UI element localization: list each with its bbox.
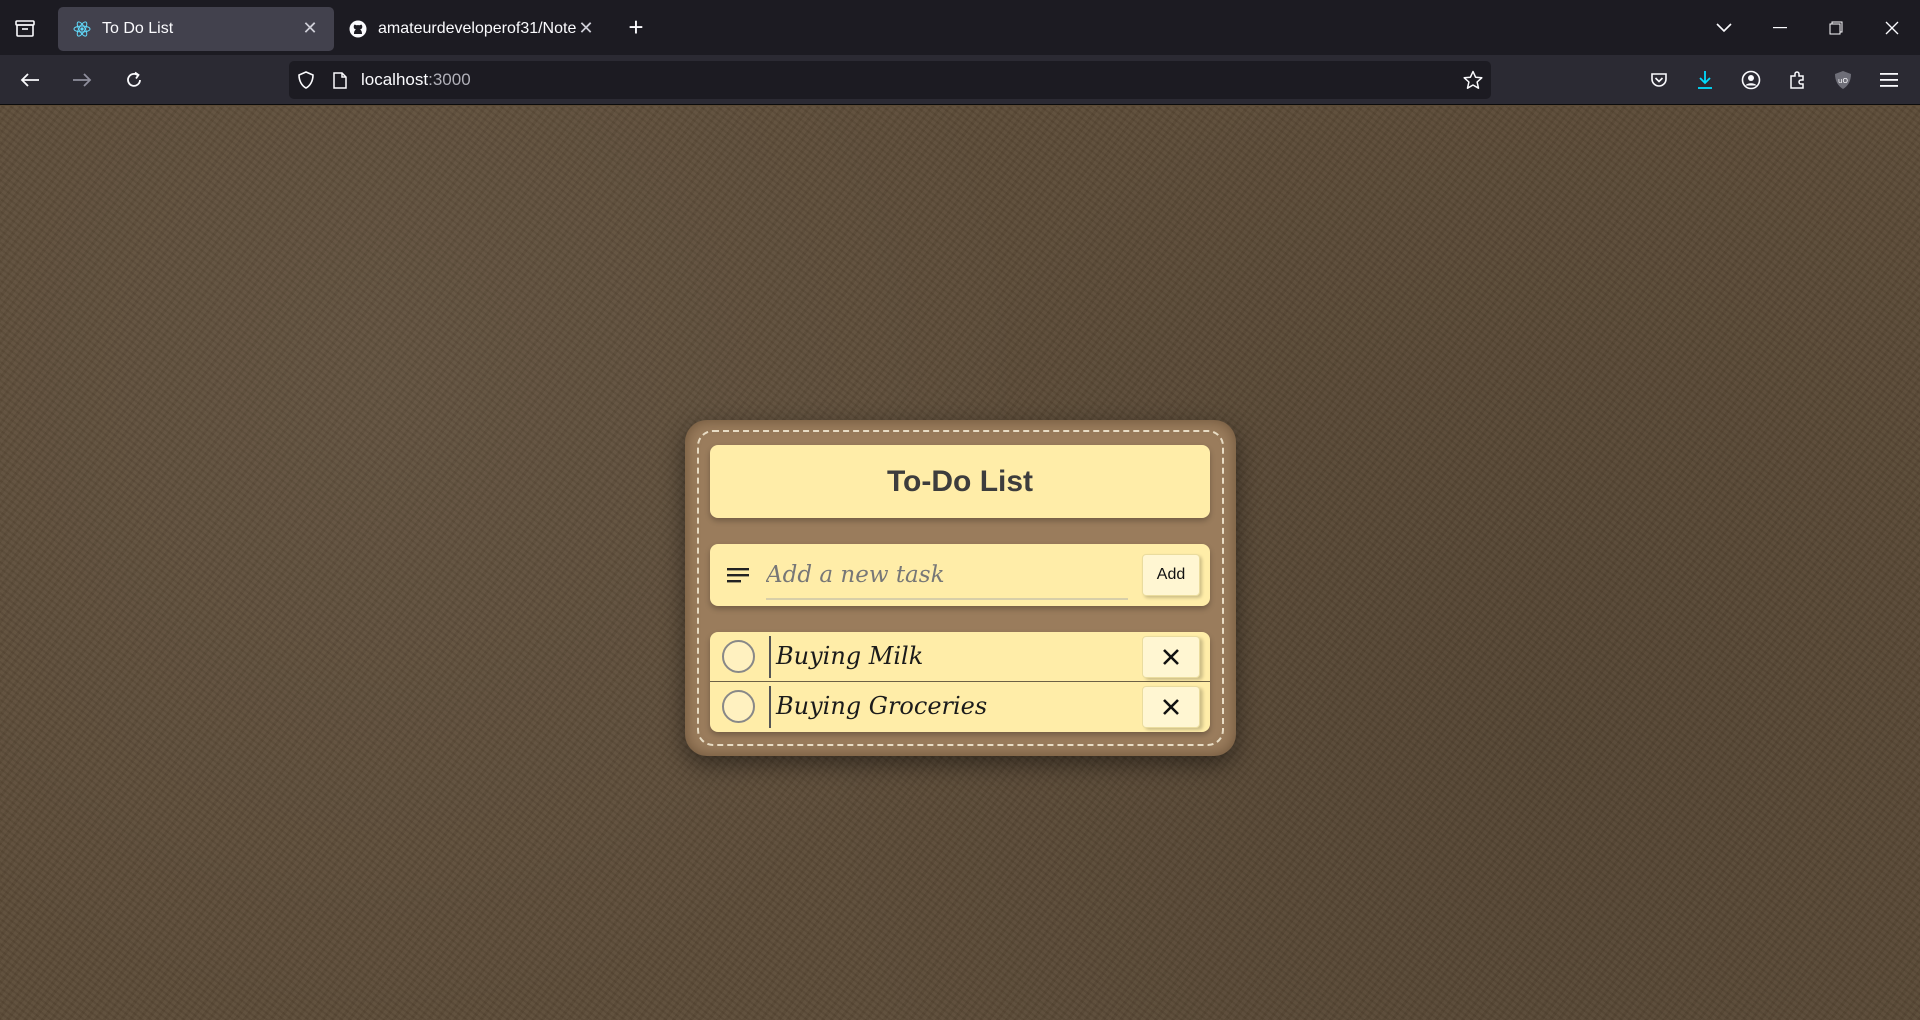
list-item: Buying Groceries — [710, 682, 1210, 732]
page-title: To-Do List — [886, 464, 1034, 498]
list-item: Buying Milk — [710, 632, 1210, 682]
tab-to-do-list[interactable]: To Do List ✕ — [58, 6, 334, 51]
browser-nav-bar: localhost:3000 uO — [0, 55, 1920, 105]
close-tab-icon[interactable]: ✕ — [300, 18, 320, 39]
reload-icon[interactable] — [112, 60, 156, 100]
bookmark-star-icon[interactable] — [1463, 61, 1483, 99]
extensions-icon[interactable] — [1774, 60, 1820, 100]
svg-text:uO: uO — [1838, 77, 1848, 85]
github-icon — [348, 19, 368, 39]
close-icon — [1163, 699, 1179, 715]
close-window-icon[interactable] — [1864, 0, 1920, 55]
browser-tab-bar: To Do List ✕ amateurdeveloperof31/NoteSa… — [0, 0, 1920, 55]
new-task-form: Add — [710, 544, 1210, 606]
ublock-shield-icon[interactable]: uO — [1820, 60, 1866, 100]
todo-board: To-Do List Add Buying Milk Buying Grocer — [685, 420, 1236, 756]
tab-title: To Do List — [102, 19, 174, 37]
task-text: Buying Groceries — [776, 692, 988, 720]
delete-task-button[interactable] — [1142, 636, 1200, 678]
task-complete-checkbox[interactable] — [722, 690, 755, 723]
download-icon[interactable] — [1682, 60, 1728, 100]
add-task-button[interactable]: Add — [1142, 554, 1200, 596]
hamburger-menu-icon[interactable] — [1866, 60, 1912, 100]
tab-title: amateurdeveloperof31/NoteSat — [378, 19, 576, 37]
shield-icon[interactable] — [289, 61, 323, 99]
forward-arrow-icon[interactable] — [60, 60, 104, 100]
delete-task-button[interactable] — [1142, 686, 1200, 728]
react-icon — [72, 19, 92, 39]
title-card: To-Do List — [710, 445, 1210, 518]
task-complete-checkbox[interactable] — [722, 640, 755, 673]
task-text: Buying Milk — [776, 642, 924, 670]
minimize-icon[interactable] — [1752, 0, 1808, 55]
notes-lines-icon — [726, 564, 750, 586]
account-icon[interactable] — [1728, 60, 1774, 100]
list-all-tabs-chevron-icon[interactable] — [1696, 0, 1752, 55]
back-arrow-icon[interactable] — [8, 60, 52, 100]
new-task-input[interactable] — [766, 552, 1128, 600]
url-text[interactable]: localhost:3000 — [361, 70, 471, 90]
task-list: Buying Milk Buying Groceries — [710, 632, 1210, 732]
page-background: To-Do List Add Buying Milk Buying Grocer — [0, 106, 1920, 1020]
close-tab-icon[interactable]: ✕ — [576, 18, 596, 39]
restore-icon[interactable] — [1808, 0, 1864, 55]
new-tab-plus-icon[interactable]: + — [616, 8, 656, 48]
tab-list-icon[interactable] — [0, 0, 50, 55]
tab-github[interactable]: amateurdeveloperof31/NoteSat ✕ — [334, 7, 610, 51]
margin-line — [769, 686, 771, 728]
close-icon — [1163, 649, 1179, 665]
margin-line — [769, 636, 771, 678]
url-bar[interactable]: localhost:3000 — [289, 61, 1491, 99]
pocket-icon[interactable] — [1636, 60, 1682, 100]
page-icon[interactable] — [323, 61, 357, 99]
